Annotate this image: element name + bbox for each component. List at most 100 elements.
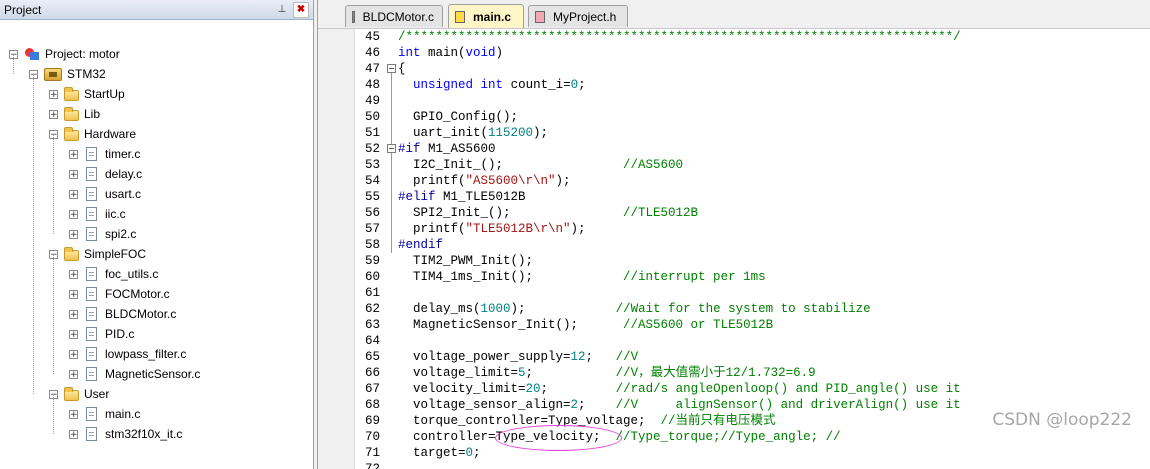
code-token-txt: velocity_limit= [398,382,526,396]
tree-item-lib[interactable]: + Lib [49,104,100,124]
tree-item-bldcmotor-c[interactable]: + BLDCMotor.c [69,304,176,324]
tab-myproject-h[interactable]: MyProject.h [528,5,628,27]
line-number: 65 [364,350,380,364]
code-line[interactable]: 47−{ [318,61,1150,77]
close-icon[interactable]: ✖ [293,1,309,18]
code-editor[interactable]: BLDCMotor.c main.c MyProject.h 45 /********… [317,0,1150,469]
code-line[interactable]: 53 I2C_Init_(); //AS5600 [318,157,1150,173]
tree-item-focmotor-c[interactable]: + FOCMotor.c [69,284,170,304]
code-token-num: 20 [525,382,541,396]
code-line[interactable]: 65 voltage_power_supply=12; //V [318,349,1150,365]
file-icon [86,147,97,161]
tree-item-startup[interactable]: + StartUp [49,84,125,104]
code-line[interactable]: 64 [318,333,1150,349]
code-token-txt: ); [570,222,586,236]
expand-icon[interactable]: + [49,89,58,99]
tree-item-lowpass-filter-c[interactable]: + lowpass_filter.c [69,344,186,364]
watermark: CSDN @loop222 [992,410,1132,430]
fold-toggle-icon[interactable]: − [387,64,396,73]
folder-open-icon [64,386,79,401]
expand-icon[interactable]: + [69,409,78,419]
expand-icon[interactable]: + [69,209,78,219]
code-line[interactable]: 59 TIM2_PWM_Init(); [318,253,1150,269]
tree-item-magneticsensor-c[interactable]: + MagneticSensor.c [69,364,200,384]
code-token-pp: #if [398,142,421,156]
tree-item-stm32f10x-it-c[interactable]: + stm32f10x_it.c [69,424,182,444]
tree-item-iic-c[interactable]: + iic.c [69,204,126,224]
tree-item-main-c[interactable]: + main.c [69,404,140,424]
tree-item-label: iic.c [105,207,126,221]
file-tab-icon [352,10,355,23]
expand-icon[interactable]: + [69,269,78,279]
tree-item-usart-c[interactable]: + usart.c [69,184,141,204]
expand-icon[interactable]: + [69,189,78,199]
code-text: I2C_Init_(); //AS5600 [398,157,683,173]
tree-item-stm32[interactable]: − STM32 [29,64,106,84]
tree-item-timer-c[interactable]: + timer.c [69,144,140,164]
code-line[interactable]: 56 SPI2_Init_(); //TLE5012B [318,205,1150,221]
code-area[interactable]: 45 /*************************************… [318,29,1150,469]
pin-icon[interactable]: ⊥ [275,3,289,17]
tree-item-spi2-c[interactable]: + spi2.c [69,224,136,244]
line-number: 62 [364,302,380,316]
expand-icon[interactable]: + [69,229,78,239]
tree-item-label: foc_utils.c [105,267,159,281]
expand-icon[interactable]: + [69,429,78,439]
tab-main-c[interactable]: main.c [448,4,524,28]
expand-icon[interactable]: + [69,329,78,339]
code-line[interactable]: 50 GPIO_Config(); [318,109,1150,125]
file-icon [86,227,97,241]
code-line[interactable]: 66 voltage_limit=5; //V，最大值需小于12/1.732=6… [318,365,1150,381]
tree-item-label: main.c [105,407,141,421]
expand-icon[interactable]: + [69,149,78,159]
tree-item-delay-c[interactable]: + delay.c [69,164,142,184]
code-token-txt: I2C_Init_(); [398,158,624,172]
expand-icon[interactable]: + [69,369,78,379]
code-token-txt: ; [540,382,616,396]
tree-item-hardware[interactable]: − Hardware [49,124,136,144]
line-number: 67 [364,382,380,396]
code-line[interactable]: 62 delay_ms(1000); //Wait for the system… [318,301,1150,317]
expand-icon[interactable]: + [69,349,78,359]
code-line[interactable]: 52− #if M1_AS5600 [318,141,1150,157]
tree-item-pid-c[interactable]: + PID.c [69,324,134,344]
code-line[interactable]: 45 /*************************************… [318,29,1150,45]
code-line[interactable]: 55 #elif M1_TLE5012B [318,189,1150,205]
code-line[interactable]: 71 target=0; [318,445,1150,461]
code-line[interactable]: 61 [318,285,1150,301]
code-text: TIM4_1ms_Init(); //interrupt per 1ms [398,269,766,285]
tree-item-user[interactable]: − User [49,384,109,404]
expand-icon[interactable]: + [69,289,78,299]
code-line[interactable]: 51 uart_init(115200); [318,125,1150,141]
file-icon [86,167,97,181]
tree-item-simplefoc[interactable]: − SimpleFOC [49,244,146,264]
code-line[interactable]: 60 TIM4_1ms_Init(); //interrupt per 1ms [318,269,1150,285]
line-number: 72 [364,462,380,469]
code-line[interactable]: 72 [318,461,1150,469]
tree-connector [53,134,54,234]
code-line[interactable]: 49 [318,93,1150,109]
code-line[interactable]: 57 printf("TLE5012B\r\n"); [318,221,1150,237]
code-text: #if M1_AS5600 [398,141,496,157]
expand-icon[interactable]: + [69,169,78,179]
tab-bldcmotor-c[interactable]: BLDCMotor.c [345,5,443,27]
code-line[interactable]: 67 velocity_limit=20; //rad/s angleOpenl… [318,381,1150,397]
line-number: 53 [364,158,380,172]
code-line[interactable]: 46 int main(void) [318,45,1150,61]
code-token-cmt: //Type_torque;//Type_angle; // [615,430,841,444]
tree-item-project-motor[interactable]: − Project: motor [9,44,120,64]
expand-icon[interactable]: + [69,309,78,319]
code-line[interactable]: 70 controller=Type_velocity; //Type_torq… [318,429,1150,445]
code-line[interactable]: 58 #endif [318,237,1150,253]
code-line[interactable]: 63 MagneticSensor_Init(); //AS5600 or TL… [318,317,1150,333]
tree-item-label: BLDCMotor.c [105,307,177,321]
code-line[interactable]: 48 unsigned int count_i=0; [318,77,1150,93]
code-text: /***************************************… [398,29,961,45]
expand-icon[interactable]: + [49,109,58,119]
fold-toggle-icon[interactable]: − [387,144,396,153]
code-token-txt: voltage_limit= [398,366,519,380]
code-line[interactable]: 54 printf("AS5600\r\n"); [318,173,1150,189]
code-text: target=0; [398,445,481,461]
tree-item-foc-utils-c[interactable]: + foc_utils.c [69,264,158,284]
